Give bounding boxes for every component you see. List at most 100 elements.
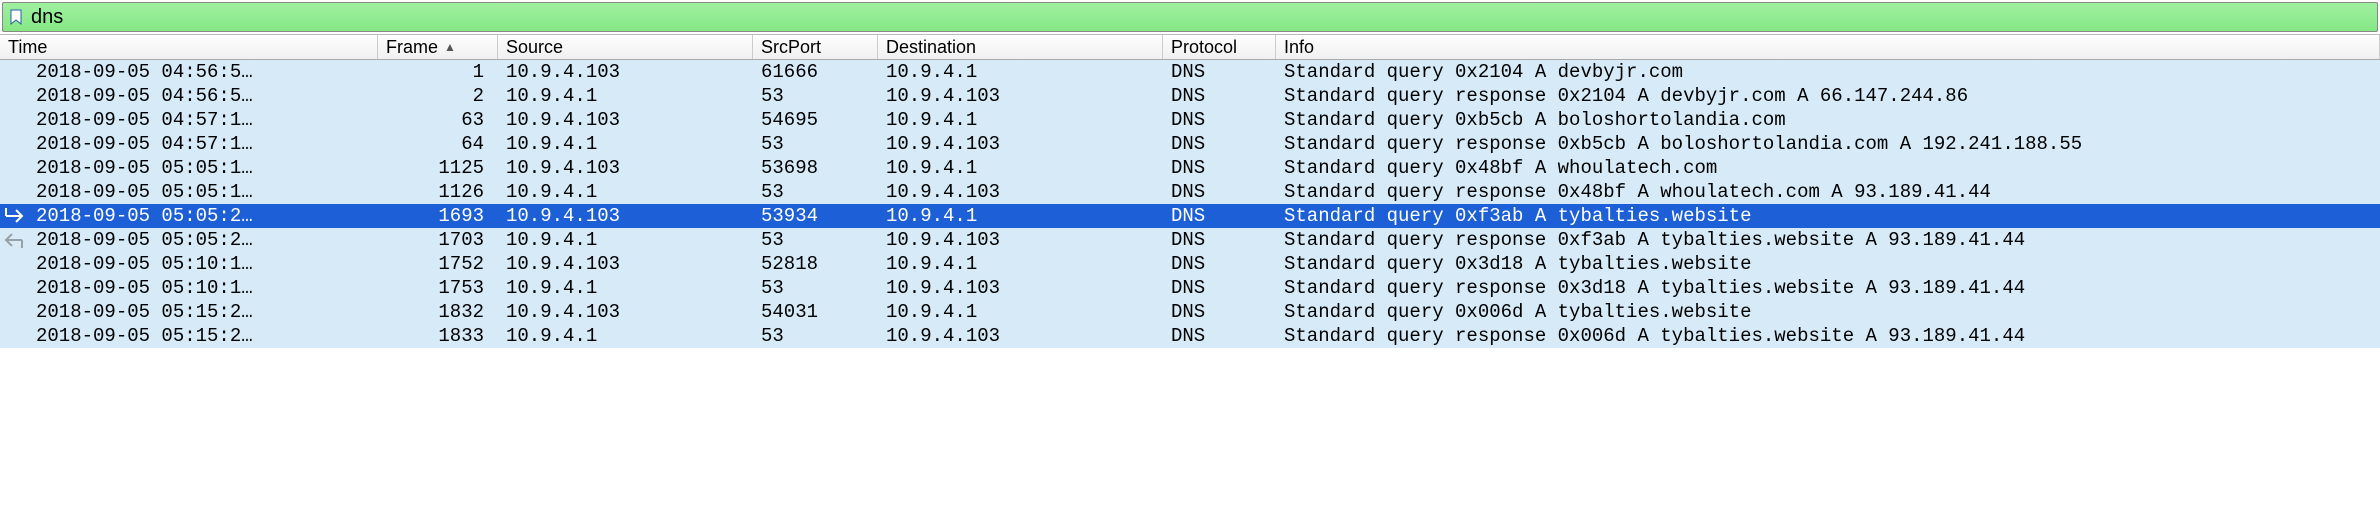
- row-marker: [0, 300, 28, 324]
- cell-time: 2018-09-05 05:15:2…: [28, 324, 378, 348]
- cell-destination: 10.9.4.1: [878, 108, 1163, 132]
- cell-destination: 10.9.4.1: [878, 204, 1163, 228]
- cell-info: Standard query response 0x3d18 A tybalti…: [1276, 276, 2380, 300]
- cell-source: 10.9.4.1: [498, 84, 753, 108]
- bookmark-icon[interactable]: [7, 8, 25, 26]
- packet-row[interactable]: 2018-09-05 04:56:5…110.9.4.1036166610.9.…: [0, 60, 2380, 84]
- cell-srcport: 53: [753, 132, 878, 156]
- column-header-frame[interactable]: Frame ▲: [378, 35, 498, 59]
- cell-source: 10.9.4.103: [498, 108, 753, 132]
- cell-source: 10.9.4.1: [498, 132, 753, 156]
- packet-row[interactable]: 2018-09-05 04:56:5…210.9.4.15310.9.4.103…: [0, 84, 2380, 108]
- cell-frame: 1126: [378, 180, 498, 204]
- row-marker: [0, 60, 28, 84]
- row-marker: [0, 324, 28, 348]
- cell-srcport: 54031: [753, 300, 878, 324]
- cell-frame: 2: [378, 84, 498, 108]
- display-filter-bar[interactable]: [2, 2, 2378, 32]
- response-arrow-icon: [0, 228, 28, 252]
- cell-protocol: DNS: [1163, 156, 1276, 180]
- cell-srcport: 52818: [753, 252, 878, 276]
- cell-frame: 1752: [378, 252, 498, 276]
- display-filter-input[interactable]: [31, 6, 2373, 29]
- cell-protocol: DNS: [1163, 276, 1276, 300]
- cell-source: 10.9.4.103: [498, 60, 753, 84]
- cell-destination: 10.9.4.103: [878, 324, 1163, 348]
- cell-srcport: 53698: [753, 156, 878, 180]
- cell-frame: 63: [378, 108, 498, 132]
- row-marker: [0, 84, 28, 108]
- cell-frame: 1832: [378, 300, 498, 324]
- cell-info: Standard query 0x006d A tybalties.websit…: [1276, 300, 2380, 324]
- cell-info: Standard query response 0xf3ab A tybalti…: [1276, 228, 2380, 252]
- column-header-destination[interactable]: Destination: [878, 35, 1163, 59]
- cell-destination: 10.9.4.103: [878, 132, 1163, 156]
- cell-time: 2018-09-05 05:10:1…: [28, 252, 378, 276]
- cell-frame: 1703: [378, 228, 498, 252]
- cell-info: Standard query response 0x2104 A devbyjr…: [1276, 84, 2380, 108]
- cell-info: Standard query 0x2104 A devbyjr.com: [1276, 60, 2380, 84]
- cell-srcport: 53: [753, 228, 878, 252]
- cell-protocol: DNS: [1163, 252, 1276, 276]
- cell-source: 10.9.4.103: [498, 300, 753, 324]
- cell-info: Standard query response 0x006d A tybalti…: [1276, 324, 2380, 348]
- cell-frame: 1833: [378, 324, 498, 348]
- column-header-protocol[interactable]: Protocol: [1163, 35, 1276, 59]
- cell-srcport: 61666: [753, 60, 878, 84]
- cell-srcport: 53: [753, 324, 878, 348]
- packet-row[interactable]: 2018-09-05 05:05:1…112610.9.4.15310.9.4.…: [0, 180, 2380, 204]
- row-marker: [0, 108, 28, 132]
- cell-time: 2018-09-05 05:05:2…: [28, 228, 378, 252]
- cell-protocol: DNS: [1163, 300, 1276, 324]
- cell-srcport: 53: [753, 276, 878, 300]
- column-header-source[interactable]: Source: [498, 35, 753, 59]
- cell-destination: 10.9.4.103: [878, 276, 1163, 300]
- cell-frame: 1: [378, 60, 498, 84]
- cell-time: 2018-09-05 05:05:2…: [28, 204, 378, 228]
- cell-time: 2018-09-05 05:15:2…: [28, 300, 378, 324]
- cell-source: 10.9.4.1: [498, 180, 753, 204]
- row-marker: [0, 156, 28, 180]
- cell-protocol: DNS: [1163, 324, 1276, 348]
- cell-frame: 1753: [378, 276, 498, 300]
- cell-time: 2018-09-05 04:56:5…: [28, 84, 378, 108]
- cell-time: 2018-09-05 04:57:1…: [28, 132, 378, 156]
- column-header-info[interactable]: Info: [1276, 35, 2380, 59]
- packet-row[interactable]: 2018-09-05 04:57:1…6310.9.4.1035469510.9…: [0, 108, 2380, 132]
- cell-destination: 10.9.4.1: [878, 252, 1163, 276]
- packet-list-header[interactable]: Time Frame ▲ Source SrcPort Destination …: [0, 34, 2380, 60]
- column-header-time[interactable]: Time: [0, 35, 378, 59]
- cell-source: 10.9.4.103: [498, 204, 753, 228]
- packet-row[interactable]: 2018-09-05 05:10:1…175210.9.4.1035281810…: [0, 252, 2380, 276]
- row-marker: [0, 252, 28, 276]
- cell-frame: 64: [378, 132, 498, 156]
- packet-list-body[interactable]: 2018-09-05 04:56:5…110.9.4.1036166610.9.…: [0, 60, 2380, 348]
- cell-destination: 10.9.4.1: [878, 156, 1163, 180]
- packet-row[interactable]: 2018-09-05 05:05:1…112510.9.4.1035369810…: [0, 156, 2380, 180]
- packet-row[interactable]: 2018-09-05 05:10:1…175310.9.4.15310.9.4.…: [0, 276, 2380, 300]
- cell-protocol: DNS: [1163, 60, 1276, 84]
- cell-time: 2018-09-05 04:56:5…: [28, 60, 378, 84]
- cell-source: 10.9.4.103: [498, 252, 753, 276]
- cell-info: Standard query 0xf3ab A tybalties.websit…: [1276, 204, 2380, 228]
- cell-destination: 10.9.4.103: [878, 84, 1163, 108]
- packet-row[interactable]: 2018-09-05 05:15:2…183310.9.4.15310.9.4.…: [0, 324, 2380, 348]
- cell-protocol: DNS: [1163, 180, 1276, 204]
- cell-protocol: DNS: [1163, 108, 1276, 132]
- cell-srcport: 53934: [753, 204, 878, 228]
- packet-row[interactable]: 2018-09-05 05:15:2…183210.9.4.1035403110…: [0, 300, 2380, 324]
- packet-row[interactable]: 2018-09-05 05:05:2…169310.9.4.1035393410…: [0, 204, 2380, 228]
- cell-time: 2018-09-05 05:05:1…: [28, 156, 378, 180]
- column-header-frame-label: Frame: [386, 37, 438, 58]
- column-header-srcport[interactable]: SrcPort: [753, 35, 878, 59]
- cell-source: 10.9.4.103: [498, 156, 753, 180]
- cell-time: 2018-09-05 04:57:1…: [28, 108, 378, 132]
- cell-frame: 1125: [378, 156, 498, 180]
- cell-protocol: DNS: [1163, 228, 1276, 252]
- cell-frame: 1693: [378, 204, 498, 228]
- cell-destination: 10.9.4.103: [878, 180, 1163, 204]
- cell-destination: 10.9.4.1: [878, 60, 1163, 84]
- cell-source: 10.9.4.1: [498, 228, 753, 252]
- packet-row[interactable]: 2018-09-05 05:05:2…170310.9.4.15310.9.4.…: [0, 228, 2380, 252]
- packet-row[interactable]: 2018-09-05 04:57:1…6410.9.4.15310.9.4.10…: [0, 132, 2380, 156]
